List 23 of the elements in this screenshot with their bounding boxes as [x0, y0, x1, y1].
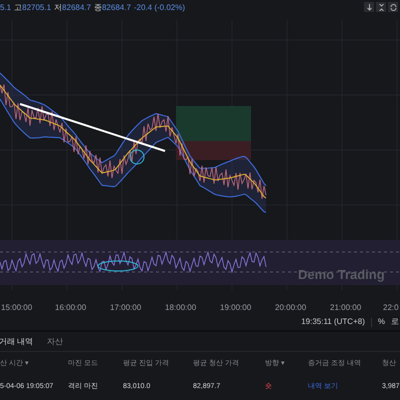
time-label: 17:00:00	[110, 302, 142, 314]
price-reading: 저82684.7	[54, 3, 91, 13]
price-reading: 고82705.1	[14, 3, 52, 13]
clock-text: 19:35:11 (UTC+8)	[301, 316, 365, 328]
price-reading: 종82684.7	[94, 3, 131, 13]
price-reading: 5.1	[0, 3, 12, 13]
time-label: 18:00:00	[165, 302, 196, 314]
time-label: 21:00:00	[330, 302, 362, 314]
tab[interactable]: 자산	[47, 336, 64, 348]
watermark: Demo Trading	[298, 266, 385, 284]
refresh-icon[interactable]	[388, 2, 398, 12]
time-label: 16:00:00	[55, 302, 86, 314]
collapse-icon[interactable]	[376, 2, 386, 12]
percent-button[interactable]: %	[378, 318, 385, 326]
log-button[interactable]: 로	[391, 318, 399, 326]
time-label: 15:00:00	[1, 302, 32, 314]
circle-marker	[130, 150, 144, 164]
time-label: 22:0	[383, 302, 399, 314]
time-label: 19:00:00	[220, 302, 252, 314]
arrow-down-icon[interactable]	[364, 2, 374, 12]
ellipse-marker	[98, 260, 138, 272]
price-reading: -20.4 (-0.02%)	[134, 3, 186, 13]
time-label: 20:00:00	[275, 302, 306, 314]
